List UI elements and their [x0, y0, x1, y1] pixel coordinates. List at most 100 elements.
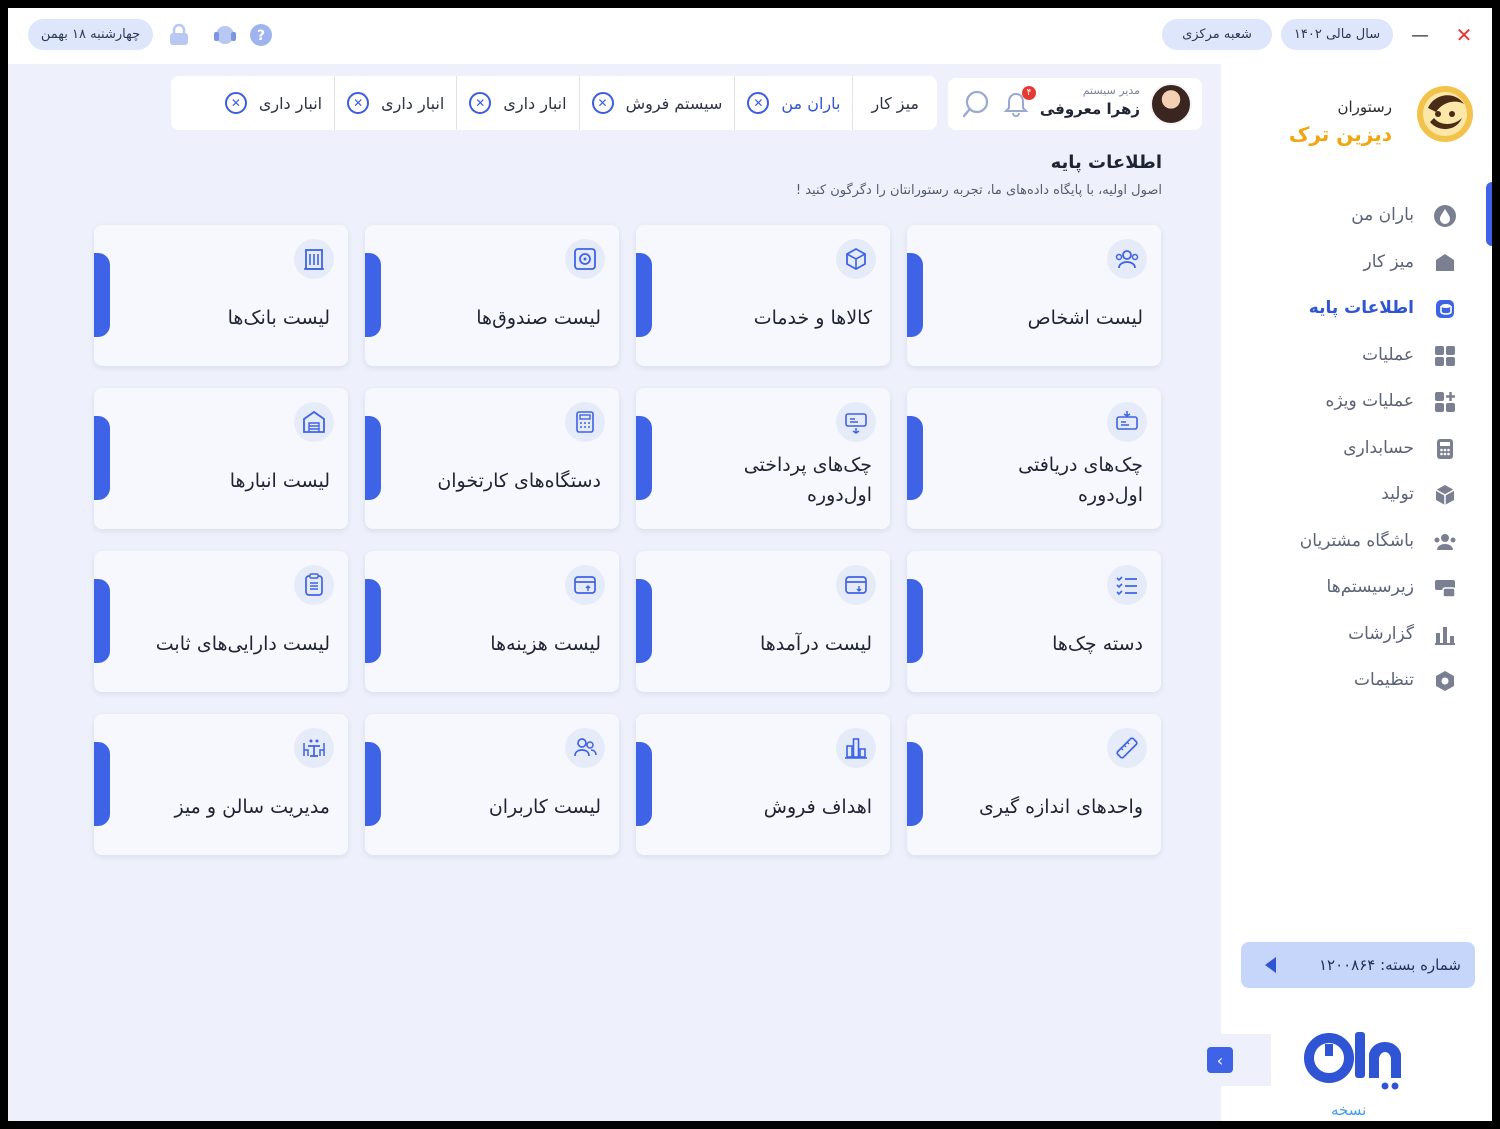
sidebar-item-base-info[interactable]: اطلاعات پایه — [1221, 285, 1492, 332]
card-label-line: اول‌دوره — [1077, 484, 1143, 506]
lock-icon[interactable] — [165, 21, 193, 49]
card-incomes-list[interactable]: لیست درآمدها — [636, 551, 890, 692]
close-tab-button[interactable]: ✕ — [347, 92, 370, 114]
tab-label: باران من — [781, 93, 841, 113]
card-label: لیست صندوق‌ها — [476, 307, 601, 329]
calculator-icon — [1432, 436, 1458, 462]
card-notch — [907, 579, 923, 663]
card-banks-list[interactable]: لیست بانک‌ها — [94, 225, 348, 366]
close-tab-button[interactable]: ✕ — [469, 92, 492, 114]
brand-title: رستوران — [1337, 98, 1392, 116]
people-icon — [1107, 239, 1147, 279]
expand-sidebar-button[interactable]: › — [1207, 1047, 1233, 1073]
package-number-text: شماره بسته: ۱۲۰۰۸۶۴ — [1318, 956, 1461, 974]
card-persons-list[interactable]: لیست اشخاص — [907, 225, 1161, 366]
card-hall-table-management[interactable]: مدیریت سالن و میز — [94, 714, 348, 855]
tab-my-baran[interactable]: باران من ✕ — [734, 76, 852, 130]
sidebar-item-special-operations[interactable]: عملیات ویژه — [1221, 378, 1492, 425]
minimize-icon: — — [1411, 24, 1429, 46]
user-name: زهرا معروفی — [1039, 100, 1140, 118]
card-expenses-list[interactable]: لیست هزینه‌ها — [365, 551, 619, 692]
card-measurement-units[interactable]: واحدهای اندازه گیری — [907, 714, 1161, 855]
close-tab-button[interactable]: ✕ — [747, 92, 770, 114]
card-label-line: چک‌های دریافتی — [1018, 454, 1143, 476]
close-tab-button[interactable]: ✕ — [591, 92, 614, 114]
card-notch — [636, 742, 652, 826]
card-users-list[interactable]: لیست کاربران — [365, 714, 619, 855]
card-label: لیست کاربران — [488, 796, 601, 818]
tab-warehouse-2[interactable]: انبار داری ✕ — [334, 76, 456, 130]
brand: رستوران دیزین ترک — [1226, 78, 1476, 158]
checklist-icon — [1107, 565, 1147, 605]
sidebar-item-subsystems[interactable]: زیرسیستم‌ها — [1221, 564, 1492, 611]
card-notch — [636, 579, 652, 663]
tab-warehouse-3[interactable]: انبار داری ✕ — [213, 76, 334, 130]
tab-label: میز کار — [871, 93, 919, 113]
sidebar-item-label: عملیات — [1362, 344, 1414, 365]
sidebar-item-reports[interactable]: گزارشات — [1221, 611, 1492, 658]
sidebar-item-desk[interactable]: میز کار — [1221, 239, 1492, 286]
card-label-line: چک‌های پرداختی — [743, 454, 872, 476]
card-notch — [636, 416, 652, 500]
clipboard-icon — [294, 565, 334, 605]
card-fixed-assets[interactable]: لیست دارایی‌های ثابت — [94, 551, 348, 692]
sidebar-item-production[interactable]: تولید — [1221, 471, 1492, 518]
card-warehouses-list[interactable]: لیست انبارها — [94, 388, 348, 529]
tab-sales-system[interactable]: سیستم فروش ✕ — [578, 76, 735, 130]
fiscal-year-selector[interactable]: سال مالی ۱۴۰۲ — [1281, 19, 1393, 50]
card-sales-targets[interactable]: اهداف فروش — [636, 714, 890, 855]
sidebar-item-label: باران من — [1351, 205, 1414, 226]
card-received-cheques[interactable]: چک‌های دریافتی اول‌دوره — [907, 388, 1161, 529]
card-notch — [94, 579, 110, 663]
card-label: واحدهای اندازه گیری — [978, 796, 1143, 818]
card-cash-boxes[interactable]: لیست صندوق‌ها — [365, 225, 619, 366]
sidebar-item-label: گزارشات — [1348, 623, 1414, 644]
card-notch — [907, 253, 923, 337]
ruler-icon — [1107, 728, 1147, 768]
card-pos-devices[interactable]: دستگاه‌های کارتخوان — [365, 388, 619, 529]
close-tab-button[interactable]: ✕ — [224, 92, 247, 114]
close-icon: ✕ — [475, 96, 486, 110]
card-label: چک‌های پرداختی اول‌دوره — [657, 450, 872, 510]
close-window-button[interactable]: ✕ — [1450, 21, 1478, 49]
baran-logo — [1301, 1024, 1413, 1094]
close-icon: ✕ — [753, 96, 764, 110]
headset-icon[interactable] — [211, 21, 239, 49]
card-notch — [365, 579, 381, 663]
safe-icon — [565, 239, 605, 279]
branch-selector[interactable]: شعبه مرکزی — [1162, 19, 1272, 50]
avatar[interactable] — [1150, 83, 1192, 125]
card-notch — [94, 742, 110, 826]
close-icon: ✕ — [1455, 23, 1473, 47]
chart-icon — [1432, 622, 1458, 648]
package-icon — [836, 239, 876, 279]
sidebar-item-label: حسابداری — [1343, 437, 1414, 458]
card-paid-cheques[interactable]: چک‌های پرداختی اول‌دوره — [636, 388, 890, 529]
minimize-button[interactable]: — — [1406, 21, 1434, 49]
expense-icon — [565, 565, 605, 605]
card-label-line: اول‌دوره — [806, 484, 872, 506]
restaurant-logo — [1414, 78, 1476, 148]
tab-desk[interactable]: میز کار — [852, 76, 937, 130]
card-cheque-books[interactable]: دسته چک‌ها — [907, 551, 1161, 692]
version-label: نسخه — [1331, 1101, 1367, 1119]
sidebar-item-accounting[interactable]: حسابداری — [1221, 425, 1492, 472]
sidebar-item-operations[interactable]: عملیات — [1221, 332, 1492, 379]
title-bar: چهارشنبه ۱۸ بهمن ? شعبه مرکزی سال مالی ۱… — [8, 8, 1492, 64]
search-icon[interactable] — [960, 88, 992, 120]
card-label: کالاها و خدمات — [753, 307, 872, 329]
sidebar-item-my-baran[interactable]: باران من — [1221, 192, 1492, 239]
card-goods-services[interactable]: کالاها و خدمات — [636, 225, 890, 366]
sidebar-item-customer-club[interactable]: باشگاه مشتریان — [1221, 518, 1492, 565]
base-info-cards: لیست اشخاص کالاها و خدمات لیست صندوق‌ها … — [94, 225, 1162, 855]
card-label: لیست دارایی‌های ثابت — [155, 633, 330, 655]
tab-warehouse-1[interactable]: انبار داری ✕ — [456, 76, 578, 130]
date-badge: چهارشنبه ۱۸ بهمن — [28, 19, 153, 50]
card-label: اهداف فروش — [763, 796, 872, 818]
card-notch — [636, 253, 652, 337]
package-number-button[interactable]: شماره بسته: ۱۲۰۰۸۶۴ — [1241, 942, 1475, 988]
sidebar-item-label: تولید — [1381, 484, 1414, 505]
sidebar-item-settings[interactable]: تنظیمات — [1221, 657, 1492, 704]
branch-text: شعبه مرکزی — [1182, 27, 1252, 42]
help-icon[interactable]: ? — [247, 21, 275, 49]
